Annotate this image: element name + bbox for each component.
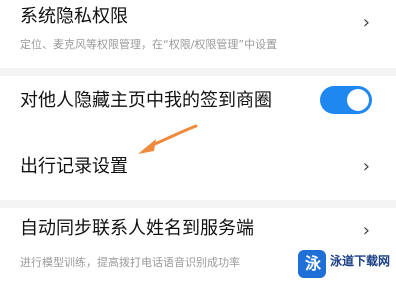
settings-screen: 系统隐私权限 定位、麦克风等权限管理，在“权限/权限管理”中设置 › 对他人隐藏… bbox=[0, 0, 396, 296]
watermark-logo-glyph: 泳 bbox=[305, 254, 322, 273]
sync-contacts-title: 自动同步联系人姓名到服务端 bbox=[20, 218, 254, 239]
privacy-permissions-subtitle: 定位、麦克风等权限管理，在“权限/权限管理”中设置 bbox=[20, 38, 278, 51]
section-divider bbox=[0, 200, 396, 208]
travel-record-title: 出行记录设置 bbox=[20, 156, 128, 177]
watermark-name: 泳道下载网 bbox=[330, 254, 391, 268]
chevron-right-icon: › bbox=[362, 220, 370, 241]
travel-record-row[interactable]: 出行记录设置 › bbox=[0, 140, 396, 196]
watermark-logo: 泳 bbox=[298, 250, 326, 278]
toggle-knob bbox=[347, 89, 369, 111]
section-divider bbox=[0, 68, 396, 76]
watermark: 泳 泳道下载网 bbox=[298, 246, 391, 286]
sync-contacts-subtitle: 进行模型训练，提高拨打电话语音识别成功率 bbox=[20, 256, 240, 269]
chevron-right-icon: › bbox=[362, 156, 370, 177]
privacy-permissions-title: 系统隐私权限 bbox=[20, 6, 128, 27]
privacy-permissions-row[interactable]: 系统隐私权限 定位、麦克风等权限管理，在“权限/权限管理”中设置 › bbox=[0, 0, 396, 68]
hide-checkins-toggle[interactable] bbox=[320, 86, 372, 114]
hide-checkins-title: 对他人隐藏主页中我的签到商圈 bbox=[20, 90, 272, 111]
chevron-right-icon: › bbox=[362, 12, 370, 33]
